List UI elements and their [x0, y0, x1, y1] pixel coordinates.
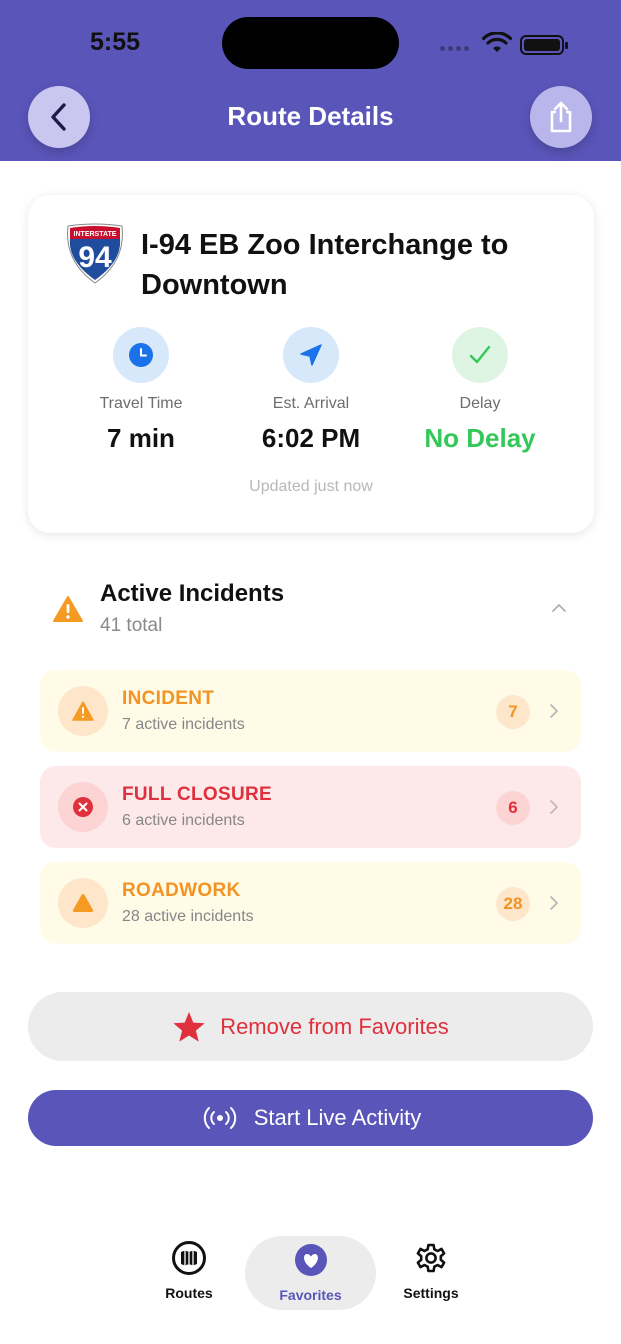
chevron-up-icon[interactable]: [551, 603, 567, 613]
dynamic-island: [222, 17, 399, 69]
page-title: Route Details: [227, 101, 394, 131]
header-bar: 5:55 Route Details: [0, 0, 621, 161]
route-summary-card: INTERSTATE 94 I-94 EB Zoo Interchange to…: [28, 195, 594, 533]
incident-row-incident[interactable]: INCIDENT 7 active incidents 7: [40, 670, 581, 752]
incidents-total: 41 total: [100, 615, 163, 636]
incidents-title: Active Incidents: [100, 580, 285, 607]
metric-value: No Delay: [424, 423, 536, 453]
tab-routes[interactable]: Routes: [139, 1240, 239, 1301]
incident-type-label: FULL CLOSURE: [122, 784, 272, 805]
chevron-right-icon: [550, 704, 558, 718]
share-button[interactable]: [530, 86, 592, 148]
remove-favorite-label: Remove from Favorites: [220, 1013, 449, 1039]
tab-label: Settings: [403, 1285, 459, 1301]
incident-count-badge: 28: [496, 887, 530, 921]
heart-icon: [294, 1244, 327, 1276]
shield-number: 94: [78, 241, 112, 274]
checkmark-icon: [452, 327, 508, 383]
tab-label: Routes: [165, 1285, 213, 1301]
metric-delay: Delay No Delay: [395, 327, 565, 454]
start-live-activity-button[interactable]: Start Live Activity: [28, 1090, 593, 1146]
tab-settings[interactable]: Settings: [381, 1240, 481, 1301]
metric-label: Delay: [459, 395, 501, 412]
route-title: I-94 EB Zoo Interchange to Downtown: [141, 229, 509, 301]
start-live-activity-label: Start Live Activity: [253, 1105, 422, 1130]
incident-count-badge: 6: [496, 791, 530, 825]
incident-description: 7 active incidents: [122, 716, 245, 733]
star-icon: [173, 1011, 205, 1042]
traffic-cone-icon: [58, 878, 108, 928]
gear-icon: [416, 1243, 446, 1273]
map-icon: [172, 1241, 206, 1275]
metric-value: 6:02 PM: [261, 423, 361, 453]
metric-travel-time: Travel Time 7 min: [56, 327, 226, 454]
broadcast-icon: [203, 1107, 236, 1129]
incident-row-roadwork[interactable]: ROADWORK 28 active incidents 28: [40, 862, 581, 944]
incident-type-label: INCIDENT: [122, 688, 215, 709]
tab-favorites[interactable]: Favorites: [245, 1236, 376, 1310]
remove-favorite-button[interactable]: Remove from Favorites: [28, 992, 593, 1061]
shield-top-text: INTERSTATE: [74, 231, 117, 238]
battery-icon: [520, 35, 568, 55]
interstate-shield-icon: INTERSTATE 94: [67, 223, 123, 284]
clock-icon: [113, 327, 169, 383]
signal-icon: [440, 46, 469, 51]
warning-triangle-icon: [53, 596, 83, 622]
share-icon: [550, 101, 572, 133]
metric-label: Travel Time: [99, 395, 183, 412]
incident-description: 6 active incidents: [122, 812, 245, 829]
metric-value: 7 min: [107, 423, 175, 453]
wifi-icon: [482, 32, 512, 52]
tab-label: Favorites: [279, 1287, 342, 1303]
updated-timestamp: Updated just now: [249, 478, 373, 495]
incident-row-full-closure[interactable]: FULL CLOSURE 6 active incidents 6: [40, 766, 581, 848]
incident-type-label: ROADWORK: [122, 880, 241, 901]
warning-triangle-icon: [58, 686, 108, 736]
status-icons: [440, 32, 568, 56]
navigation-arrow-icon: [283, 327, 339, 383]
incident-count-badge: 7: [496, 695, 530, 729]
status-time: 5:55: [90, 28, 141, 56]
chevron-right-icon: [550, 800, 558, 814]
close-circle-icon: [58, 782, 108, 832]
metric-label: Est. Arrival: [272, 395, 350, 412]
incident-description: 28 active incidents: [122, 908, 254, 925]
metric-est-arrival: Est. Arrival 6:02 PM: [226, 327, 396, 454]
chevron-right-icon: [550, 896, 558, 910]
